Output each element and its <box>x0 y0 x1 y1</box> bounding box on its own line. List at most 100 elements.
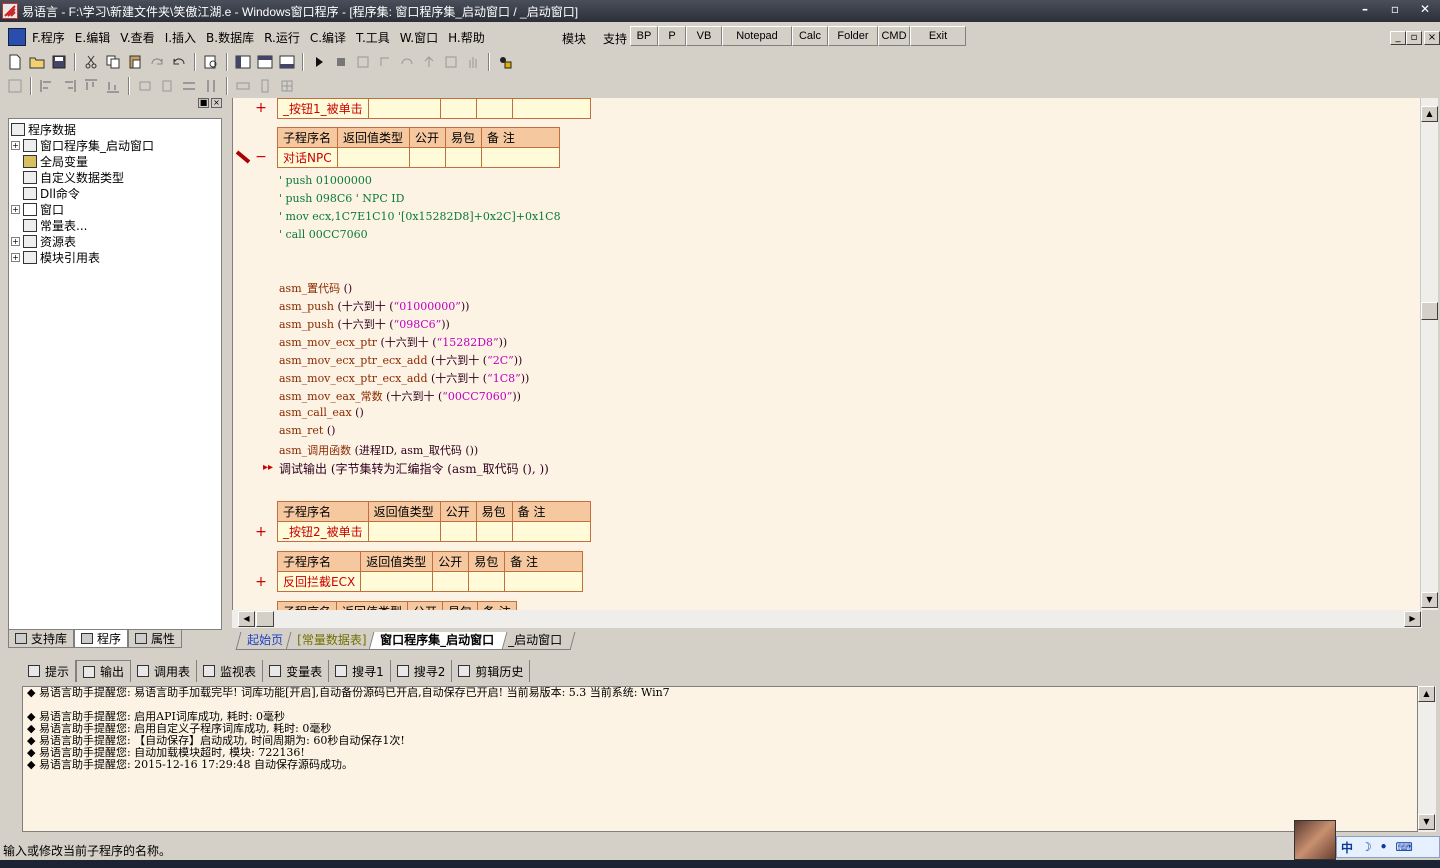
cut-icon[interactable] <box>81 52 101 72</box>
tab-call-stack[interactable]: 调用表 <box>131 660 198 682</box>
find-icon[interactable] <box>201 52 221 72</box>
return-type-cell[interactable] <box>337 147 410 168</box>
public-cell[interactable] <box>432 571 470 592</box>
mdi-close-button[interactable]: × <box>1424 31 1440 45</box>
tree-item[interactable]: 常量表... <box>11 217 221 233</box>
save-icon[interactable] <box>49 52 69 72</box>
module-label[interactable]: 模块 <box>562 30 586 47</box>
comment-line[interactable]: ' mov ecx,1C7E1C10 '[0x15282D8]+0x2C]+0x… <box>279 210 561 223</box>
vb-button[interactable]: VB <box>686 26 722 46</box>
tab-window-class[interactable]: 窗口程序集_启动窗口 <box>368 632 508 650</box>
align-left-icon[interactable] <box>37 76 57 96</box>
public-cell[interactable] <box>439 521 477 542</box>
panel-close-icon[interactable]: × <box>211 98 222 108</box>
tab-search2[interactable]: 搜寻2 <box>391 660 453 682</box>
support-label[interactable]: 支持 <box>603 30 627 47</box>
code-line[interactable]: asm_置代码 () <box>279 280 352 296</box>
tree-item[interactable]: 全局变量 <box>11 153 221 169</box>
tab-variables[interactable]: 变量表 <box>263 660 330 682</box>
output-console[interactable]: ◆ 易语言助手提醒您: 易语言助手加载完毕! 词库功能[开启],自动备份源码已开… <box>22 686 1418 832</box>
menu-view[interactable]: V.查看 <box>116 29 158 46</box>
space-v-icon[interactable] <box>255 76 275 96</box>
tree-item[interactable]: + 模块引用表 <box>11 249 221 265</box>
ime-lang-label[interactable]: 中 <box>1341 839 1353 856</box>
stop-icon[interactable] <box>331 52 351 72</box>
remark-cell[interactable] <box>481 147 560 168</box>
sub-name[interactable]: _按钮2_被单击 <box>277 521 369 542</box>
p-button[interactable]: P <box>658 26 686 46</box>
align-right-icon[interactable] <box>59 76 79 96</box>
bp-button[interactable]: BP <box>630 26 658 46</box>
exit-button[interactable]: Exit <box>910 26 966 46</box>
epkg-cell[interactable] <box>468 571 506 592</box>
expand-sub-icon[interactable]: + <box>255 574 267 590</box>
menu-compile[interactable]: C.编译 <box>306 29 350 46</box>
center-vertical-icon[interactable] <box>157 76 177 96</box>
code-line[interactable]: asm_ret () <box>279 424 335 437</box>
step-over-icon[interactable] <box>397 52 417 72</box>
sub-name[interactable]: 对话NPC <box>277 147 338 168</box>
code-line[interactable]: asm_mov_ecx_ptr_ecx_add (十六到十 (“1C8”)) <box>279 370 529 386</box>
breakpoint-icon[interactable] <box>441 52 461 72</box>
editor-horizontal-scrollbar[interactable]: ◀ ▶ <box>232 610 1422 628</box>
menu-window[interactable]: W.窗口 <box>396 29 442 46</box>
tree-root[interactable]: 程序数据 <box>11 121 221 137</box>
code-line[interactable]: asm_调用函数 (进程ID, asm_取代码 ()) <box>279 442 478 458</box>
comment-line[interactable]: ' call 00CC7060 <box>279 228 368 241</box>
return-type-cell[interactable] <box>367 521 441 542</box>
scroll-thumb[interactable] <box>1421 302 1438 320</box>
return-type-cell[interactable] <box>360 571 434 592</box>
scroll-down-icon[interactable]: ▼ <box>1421 592 1438 608</box>
avatar[interactable] <box>1294 820 1336 860</box>
code-line[interactable]: asm_push (十六到十 (“098C6”)) <box>279 316 450 332</box>
assistant-icon[interactable] <box>495 52 515 72</box>
mdi-document-icon[interactable] <box>8 28 26 46</box>
open-folder-icon[interactable] <box>27 52 47 72</box>
tab-startup-window[interactable]: _启动窗口 <box>496 632 576 650</box>
calc-button[interactable]: Calc <box>792 26 828 46</box>
copy-icon[interactable] <box>103 52 123 72</box>
tab-properties[interactable]: 属性 <box>128 630 183 648</box>
step-out-icon[interactable] <box>419 52 439 72</box>
tree-item[interactable]: Dll命令 <box>11 185 221 201</box>
align-top-icon[interactable] <box>81 76 101 96</box>
tree-item[interactable]: + 窗口程序集_启动窗口 <box>11 137 221 153</box>
menu-insert[interactable]: I.插入 <box>161 29 200 46</box>
scroll-up-icon[interactable]: ▲ <box>1418 686 1435 702</box>
code-line[interactable]: asm_mov_ecx_ptr_ecx_add (十六到十 (“2C”)) <box>279 352 522 368</box>
new-file-icon[interactable] <box>5 52 25 72</box>
sub-name[interactable]: 反回拦截ECX <box>276 571 362 592</box>
expand-sub-icon[interactable]: + <box>255 100 267 116</box>
center-horizontal-icon[interactable] <box>135 76 155 96</box>
center-all-icon[interactable] <box>277 76 297 96</box>
menu-program[interactable]: F.程序 <box>28 29 69 46</box>
public-cell[interactable] <box>439 98 477 119</box>
menu-tools[interactable]: T.工具 <box>352 29 394 46</box>
expand-icon[interactable]: + <box>11 236 20 246</box>
mdi-minimize-button[interactable]: _ <box>1390 31 1406 45</box>
paste-icon[interactable] <box>125 52 145 72</box>
scroll-down-icon[interactable]: ▼ <box>1418 814 1435 830</box>
run-icon[interactable] <box>309 52 329 72</box>
tree-item[interactable]: + 窗口 <box>11 201 221 217</box>
scroll-left-icon[interactable]: ◀ <box>238 611 255 627</box>
folder-button[interactable]: Folder <box>828 26 878 46</box>
moon-icon[interactable]: ☽ <box>1361 840 1372 854</box>
undo-icon[interactable] <box>169 52 189 72</box>
hand-icon[interactable] <box>463 52 483 72</box>
comment-line[interactable]: ' push 01000000 <box>279 174 372 187</box>
menu-database[interactable]: B.数据库 <box>202 29 258 46</box>
sub-name[interactable]: _按钮1_被单击 <box>277 98 369 119</box>
remark-cell[interactable] <box>504 571 584 592</box>
menu-help[interactable]: H.帮助 <box>444 29 489 46</box>
tree-item[interactable]: 自定义数据类型 <box>11 169 221 185</box>
cmd-button[interactable]: CMD <box>878 26 910 46</box>
tab-program[interactable]: 程序 <box>74 630 129 648</box>
expand-icon[interactable]: + <box>11 252 20 262</box>
notepad-button[interactable]: Notepad <box>722 26 792 46</box>
editor-vertical-scrollbar[interactable]: ▲ ▼ <box>1420 98 1438 610</box>
layout3-icon[interactable] <box>277 52 297 72</box>
debug-output-line[interactable]: 调试输出 (字节集转为汇编指令 (asm_取代码 (), )) <box>279 460 549 477</box>
same-width-icon[interactable] <box>179 76 199 96</box>
code-editor[interactable]: + _按钮1_被单击 子程序名 返回值类型 公开 易包备 注 对话NPC − ' pu… <box>232 98 1422 610</box>
